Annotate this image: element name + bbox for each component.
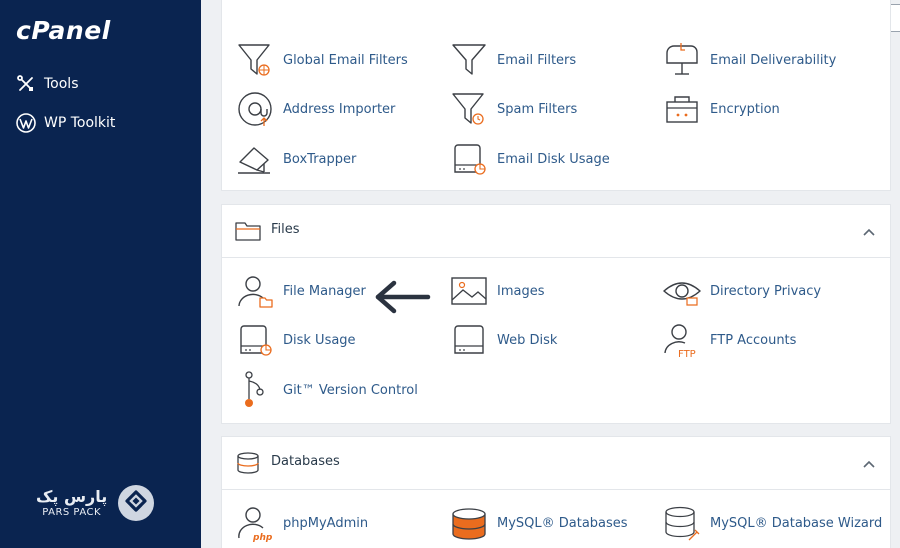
sidebar-item-wp-toolkit[interactable]: WP Toolkit — [16, 111, 115, 135]
tool-mysql-database-wizard[interactable]: MySQL® Database Wizard — [663, 504, 882, 542]
images-icon — [451, 277, 487, 305]
files-section-title: Files — [271, 222, 300, 237]
svg-text:FTP: FTP — [678, 349, 696, 359]
database-icon — [237, 452, 259, 474]
tool-images[interactable]: Images — [450, 272, 545, 310]
wordpress-icon — [16, 113, 36, 133]
parspack-logo-icon — [118, 485, 155, 521]
encryption-icon — [666, 96, 698, 123]
disk-usage-icon — [240, 325, 272, 356]
brand-name-en: PARS PACK — [42, 506, 102, 518]
phpmyadmin-icon: php — [238, 507, 273, 542]
parspack-brand: پارس پک PARS PACK — [36, 484, 155, 522]
files-section: Files File Manager Images Directory Priv… — [221, 204, 891, 424]
tool-ftp-accounts[interactable]: FTP FTP Accounts — [663, 321, 796, 359]
tool-disk-usage[interactable]: Disk Usage — [236, 321, 356, 359]
tool-email-disk-usage[interactable]: Email Disk Usage — [450, 140, 610, 178]
address-importer-icon — [238, 92, 272, 126]
databases-section: Databases php phpMyAdmin MySQL® Database… — [221, 436, 891, 548]
git-icon — [245, 371, 264, 407]
email-disk-usage-icon — [454, 144, 486, 175]
tool-file-manager[interactable]: File Manager — [236, 272, 366, 310]
mailbox-icon — [666, 43, 698, 75]
tool-git-version-control[interactable]: Git™ Version Control — [236, 371, 418, 409]
chevron-up-icon[interactable] — [862, 457, 876, 471]
tool-encryption[interactable]: Encryption — [663, 90, 780, 128]
sidebar: cPanel Tools WP Toolkit پارس پک PARS PAC… — [0, 0, 201, 548]
boxtrapper-icon — [238, 147, 270, 174]
tool-phpmyadmin[interactable]: php phpMyAdmin — [236, 504, 368, 542]
eye-icon — [663, 282, 701, 306]
tool-email-filters[interactable]: Email Filters — [450, 41, 576, 79]
sidebar-item-tools[interactable]: Tools — [16, 72, 79, 96]
file-manager-icon — [238, 276, 273, 308]
cpanel-logo[interactable]: cPanel — [16, 16, 111, 45]
spam-filter-icon — [452, 93, 484, 125]
databases-section-title: Databases — [271, 454, 340, 469]
global-email-filter-icon — [238, 44, 270, 76]
tool-boxtrapper[interactable]: BoxTrapper — [236, 140, 356, 178]
tool-spam-filters[interactable]: Spam Filters — [450, 90, 577, 128]
tool-mysql-databases[interactable]: MySQL® Databases — [450, 504, 628, 542]
tool-address-importer[interactable]: Address Importer — [236, 90, 395, 128]
tool-email-deliverability[interactable]: Email Deliverability — [663, 41, 836, 79]
tool-directory-privacy[interactable]: Directory Privacy — [663, 272, 821, 310]
mysql-wizard-icon — [665, 506, 700, 541]
brand-name-fa: پارس پک — [36, 486, 108, 506]
ftp-accounts-icon: FTP — [664, 324, 696, 359]
tool-web-disk[interactable]: Web Disk — [450, 321, 557, 359]
mysql-databases-icon — [452, 508, 486, 540]
email-filter-icon — [452, 44, 486, 75]
sidebar-item-label: WP Toolkit — [44, 115, 116, 131]
svg-text:php: php — [252, 533, 273, 542]
databases-section-header[interactable]: Databases — [222, 437, 890, 490]
chevron-up-icon[interactable] — [862, 225, 876, 239]
sidebar-item-label: Tools — [44, 76, 79, 92]
tools-icon — [17, 75, 33, 91]
arrow-left-icon — [375, 280, 431, 314]
files-section-header[interactable]: Files — [222, 205, 890, 258]
folder-icon — [235, 222, 261, 241]
tool-global-email-filters[interactable]: Global Email Filters — [236, 41, 408, 79]
web-disk-icon — [454, 325, 484, 354]
email-section: Global Email Filters Email Filters Email… — [221, 0, 891, 191]
